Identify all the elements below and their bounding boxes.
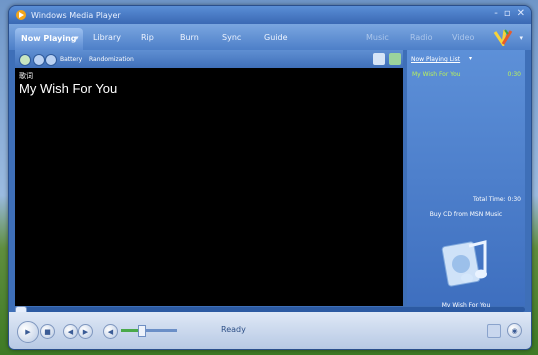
previous-button[interactable]: ◀ — [63, 324, 78, 339]
tab-rip[interactable]: Rip — [141, 33, 154, 42]
mute-button[interactable]: ◀ — [103, 324, 118, 339]
track-title-overlay: My Wish For You — [19, 81, 118, 96]
tab-now-playing[interactable]: Now Playing — [15, 28, 83, 50]
tab-library[interactable]: Library — [93, 33, 121, 42]
buy-cd-link[interactable]: Buy CD from MSN Music — [407, 211, 525, 218]
window-title: Windows Media Player — [31, 11, 121, 20]
tab-music[interactable]: Music — [366, 33, 389, 42]
playback-controls: ▶ ■ ◀ ▶ ◀ Ready ◉ — [9, 312, 531, 349]
list-item[interactable]: My Wish For You 0:30 — [407, 69, 525, 80]
total-time: Total Time: 0:30 — [472, 196, 521, 203]
next-icon: ▶ — [82, 327, 89, 336]
speaker-icon: ◀ — [107, 327, 114, 336]
tab-sync[interactable]: Sync — [222, 33, 241, 42]
logo-menu-icon[interactable]: ▾ — [519, 34, 523, 42]
now-playing-list-pane: Now Playing List ▾ My Wish For You 0:30 … — [407, 50, 525, 309]
lyrics-label: 歌词 — [19, 72, 33, 80]
visualization-toolbar: Battery Randomization — [15, 50, 403, 68]
skin-mode-button[interactable]: ◉ — [507, 323, 522, 338]
feature-tabs: Now Playing ▾ Library Rip Burn Sync Guid… — [9, 24, 531, 50]
previous-icon: ◀ — [67, 327, 74, 336]
close-button[interactable]: ✕ — [517, 8, 525, 19]
switch-icon: ◉ — [511, 326, 518, 335]
stop-button[interactable]: ■ — [40, 324, 55, 339]
video-display[interactable]: 歌词 My Wish For You — [15, 68, 403, 306]
visualization-toggle-icon[interactable] — [19, 54, 31, 66]
tab-radio[interactable]: Radio — [410, 33, 432, 42]
enhancements-icon[interactable] — [389, 53, 401, 65]
playlist-item-title: My Wish For You — [412, 71, 461, 78]
title-bar[interactable]: Windows Media Player - ▫ ✕ — [9, 6, 531, 24]
compact-mode-icon[interactable] — [487, 324, 501, 338]
now-playing-menu-icon[interactable]: ▾ — [75, 34, 79, 42]
minimize-button[interactable]: - — [494, 8, 498, 19]
visualization-name[interactable]: Randomization — [89, 56, 134, 63]
next-visualization-icon[interactable] — [45, 54, 57, 66]
next-button[interactable]: ▶ — [78, 324, 93, 339]
tab-burn[interactable]: Burn — [180, 33, 199, 42]
tab-video[interactable]: Video — [452, 33, 474, 42]
now-playing-list-menu[interactable]: Now Playing List — [411, 56, 460, 63]
status-text: Ready — [221, 325, 246, 334]
windows-media-logo-icon[interactable] — [493, 28, 513, 46]
maximize-button[interactable]: ▫ — [504, 8, 511, 19]
stop-icon: ■ — [44, 327, 51, 336]
volume-slider[interactable] — [121, 325, 177, 337]
window-controls: - ▫ ✕ — [494, 8, 525, 19]
play-button[interactable]: ▶ — [17, 321, 39, 343]
now-playing-list-header: Now Playing List ▾ — [407, 50, 525, 68]
previous-visualization-icon[interactable] — [33, 54, 45, 66]
media-player-icon — [16, 10, 26, 20]
tab-guide[interactable]: Guide — [264, 33, 288, 42]
chevron-down-icon[interactable]: ▾ — [469, 55, 472, 62]
full-screen-icon[interactable] — [373, 53, 385, 65]
playlist-item-duration: 0:30 — [507, 71, 521, 78]
media-player-window: Windows Media Player - ▫ ✕ Now Playing ▾… — [8, 5, 532, 350]
volume-thumb[interactable] — [137, 325, 146, 337]
album-art-music-icon[interactable] — [441, 234, 493, 288]
play-icon: ▶ — [25, 328, 31, 336]
visualization-collection[interactable]: Battery — [60, 56, 82, 63]
